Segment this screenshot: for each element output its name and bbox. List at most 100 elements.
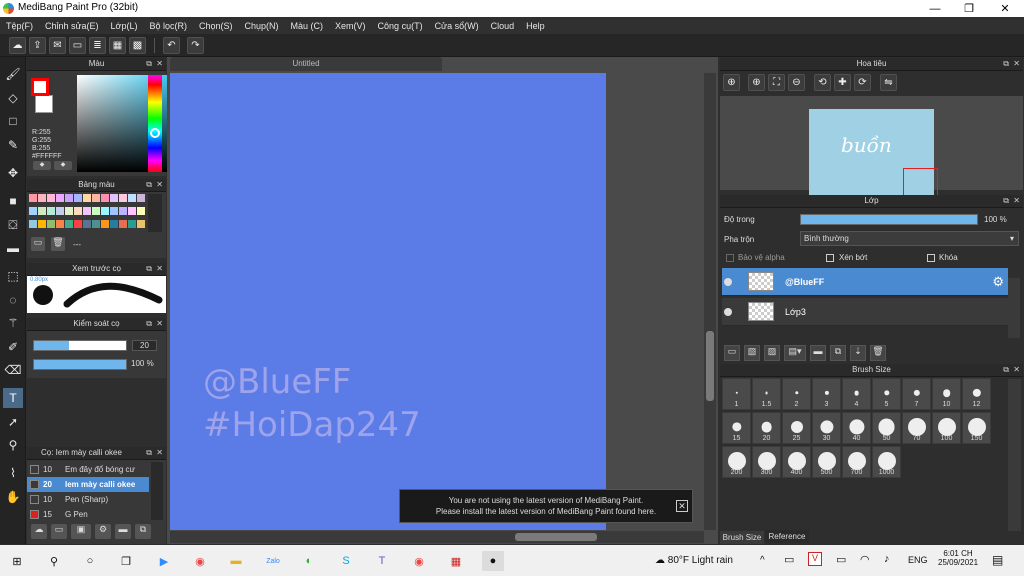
layer-opacity-slider[interactable]	[800, 214, 978, 225]
palette-swatch[interactable]	[65, 194, 73, 202]
undock-icon[interactable]: ⧉	[146, 179, 152, 191]
palette-swatch[interactable]	[110, 194, 118, 202]
vertical-scroll-thumb[interactable]	[706, 331, 714, 401]
rectangle-icon[interactable]: □	[3, 111, 23, 131]
update-notice[interactable]: You are not using the latest version of …	[399, 489, 693, 523]
palette-swatch[interactable]	[38, 207, 46, 215]
add-layer-menu-icon[interactable]: ▤▾	[784, 345, 806, 361]
zoom-icon[interactable]: ▶	[153, 551, 175, 571]
wifi-icon[interactable]: ◠	[860, 553, 870, 566]
bucket-icon[interactable]: ⛋	[3, 215, 23, 235]
palette-swatch[interactable]	[92, 194, 100, 202]
palette-swatch[interactable]	[137, 194, 145, 202]
layer-visibility-icon[interactable]	[724, 308, 732, 316]
canvas-horizontal-scrollbar[interactable]	[170, 531, 704, 543]
tab-brush-size[interactable]: Brush Size	[720, 531, 764, 544]
brush-size-option[interactable]: 20	[752, 412, 781, 444]
layer-list-scrollbar[interactable]	[1008, 278, 1020, 338]
palette-swatch[interactable]	[74, 220, 82, 228]
layer-settings-icon[interactable]: ⚙	[992, 274, 1004, 290]
clipping-checkbox[interactable]	[826, 254, 834, 262]
weather-widget[interactable]: ☁ 80°F Light rain	[655, 555, 733, 566]
tab-reference[interactable]: Reference	[765, 530, 809, 543]
zoom-out-icon[interactable]: ⊖	[788, 74, 805, 91]
select-eraser-icon[interactable]: ⌫	[3, 360, 23, 380]
task-view-icon[interactable]: ❐	[115, 551, 137, 571]
palette-swatch[interactable]	[65, 207, 73, 215]
palette-swatch[interactable]	[65, 220, 73, 228]
layers-icon[interactable]: ≣	[89, 37, 106, 54]
palette-swatch[interactable]	[74, 194, 82, 202]
rotate-right-icon[interactable]: ⟳	[854, 74, 871, 91]
merge-layer-icon[interactable]: ⇣	[850, 345, 866, 361]
palette-swatch[interactable]	[38, 220, 46, 228]
protect-alpha-checkbox[interactable]	[726, 254, 734, 262]
language-indicator[interactable]: ENG	[908, 555, 928, 565]
brush-list-item[interactable]: 10 Pen (Sharp)	[27, 492, 149, 507]
menu-color[interactable]: Màu (C)	[291, 21, 324, 31]
text-icon[interactable]: T	[3, 388, 23, 408]
eyedropper-icon[interactable]: ⚲	[3, 435, 23, 455]
brush-list-item[interactable]: 20 Iem mày calli okee	[27, 477, 149, 492]
palette-swatch[interactable]	[101, 220, 109, 228]
layer-visibility-icon[interactable]	[724, 278, 732, 286]
redo-icon[interactable]: ↷	[187, 37, 204, 54]
palette-swatch[interactable]	[137, 207, 145, 215]
hue-slider[interactable]	[148, 75, 162, 172]
palette-swatch[interactable]	[83, 207, 91, 215]
undock-icon[interactable]: ⧉	[1003, 195, 1009, 207]
notification-icon[interactable]: ▤	[992, 553, 1003, 567]
background-color-swatch[interactable]	[35, 95, 53, 113]
hue-slider-handle[interactable]	[150, 128, 160, 138]
palette-swatch[interactable]	[101, 207, 109, 215]
palette-swatch[interactable]	[56, 194, 64, 202]
undock-icon[interactable]: ⧉	[146, 263, 152, 275]
medibang-icon[interactable]: ●	[482, 551, 504, 571]
brush-size-option[interactable]: 200	[722, 446, 751, 478]
brush-new-icon[interactable]: ▭	[51, 524, 67, 539]
cloud-icon[interactable]: ☁	[9, 37, 26, 54]
brush-size-option[interactable]: 25	[782, 412, 811, 444]
brush-icon[interactable]: 🖌	[3, 64, 23, 84]
new-8bit-layer-icon[interactable]: ▨	[764, 345, 780, 361]
brush-size-option[interactable]: 700	[842, 446, 871, 478]
fill-rect-icon[interactable]: ■	[3, 191, 23, 211]
palette-swatch[interactable]	[101, 194, 109, 202]
panel-close-icon[interactable]: ✕	[156, 263, 163, 275]
palette-delete-icon[interactable]: 🗑	[51, 237, 65, 251]
eraser-icon[interactable]: ◇	[3, 88, 23, 108]
brush-duplicate-icon[interactable]: ⧉	[135, 524, 151, 539]
brush-cloud-icon[interactable]: ☁	[31, 524, 47, 539]
windows-icon[interactable]: ⊞	[6, 551, 28, 571]
palette-swatch[interactable]	[56, 207, 64, 215]
lasso-icon[interactable]: ◌	[3, 290, 23, 310]
brush-size-option[interactable]: 2	[782, 378, 811, 410]
blend-mode-select[interactable]: Bình thường ▾	[800, 231, 1019, 246]
palette-swatch[interactable]	[92, 207, 100, 215]
menu-select[interactable]: Chọn(S)	[199, 21, 233, 31]
chrome-icon-2[interactable]: ◉	[408, 551, 430, 571]
panel-close-icon[interactable]: ✕	[1013, 195, 1020, 207]
palette-swatch[interactable]	[74, 207, 82, 215]
menu-edit[interactable]: Chỉnh sửa(E)	[45, 21, 99, 31]
panel-close-icon[interactable]: ✕	[156, 58, 163, 70]
menu-filter[interactable]: Bộ lọc(R)	[149, 21, 187, 31]
brush-opacity-slider[interactable]	[33, 359, 127, 370]
brush-list-item[interactable]: 15 G Pen	[27, 507, 149, 522]
palette-swatch[interactable]	[56, 220, 64, 228]
magic-wand-icon[interactable]: ⚚	[3, 313, 23, 333]
brush-size-option[interactable]: 500	[812, 446, 841, 478]
flip-icon[interactable]: ⇋	[880, 74, 897, 91]
close-button[interactable]: ✕	[988, 0, 1022, 17]
palette-swatch[interactable]	[128, 207, 136, 215]
zoom-in-2-icon[interactable]: ⊕	[748, 74, 765, 91]
zoom-in-icon[interactable]: ⊕	[723, 74, 740, 91]
brush-size-option[interactable]: 7	[902, 378, 931, 410]
brush-size-option[interactable]: 40	[842, 412, 871, 444]
palette-swatch[interactable]	[128, 194, 136, 202]
panel-close-icon[interactable]: ✕	[1013, 364, 1020, 376]
brush-size-slider[interactable]	[33, 340, 127, 351]
palette-swatch[interactable]	[128, 220, 136, 228]
lock-checkbox[interactable]	[927, 254, 935, 262]
clock[interactable]: 6:01 CH 25/09/2021	[938, 549, 978, 567]
